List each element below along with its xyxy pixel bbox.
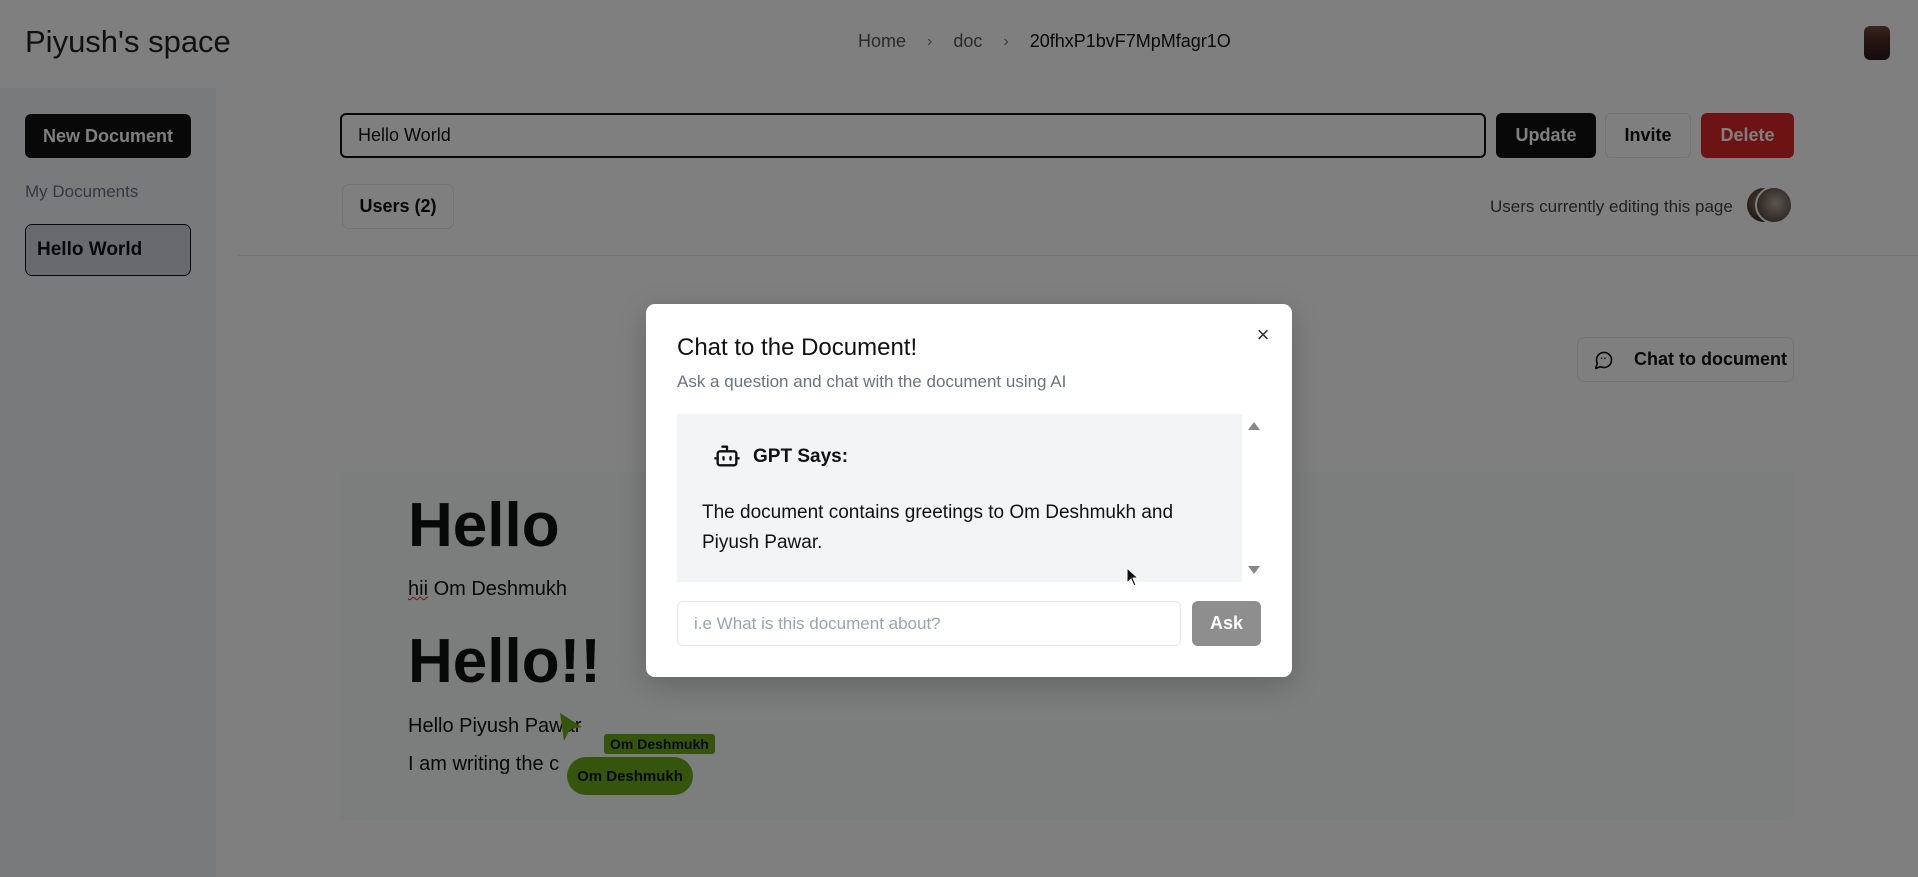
mouse-pointer-icon <box>1126 567 1140 587</box>
dialog-description: Ask a question and chat with the documen… <box>677 372 1067 391</box>
ask-button[interactable]: Ask <box>1192 601 1261 646</box>
chat-scrollbar[interactable] <box>1242 414 1264 582</box>
dialog-title: Chat to the Document! <box>677 334 918 361</box>
gpt-label: GPT Says: <box>753 446 849 467</box>
close-icon[interactable]: × <box>1252 322 1274 347</box>
gpt-answer: The document contains greetings to Om De… <box>702 502 1174 553</box>
chat-dialog: Chat to the Document! Ask a question and… <box>646 304 1292 677</box>
scroll-up-icon[interactable] <box>1248 422 1260 430</box>
chat-messages: GPT Says: The document contains greeting… <box>677 414 1242 582</box>
ask-input[interactable]: i.e What is this document about? <box>677 601 1181 646</box>
scroll-down-icon[interactable] <box>1248 566 1260 574</box>
bot-icon <box>714 445 740 467</box>
